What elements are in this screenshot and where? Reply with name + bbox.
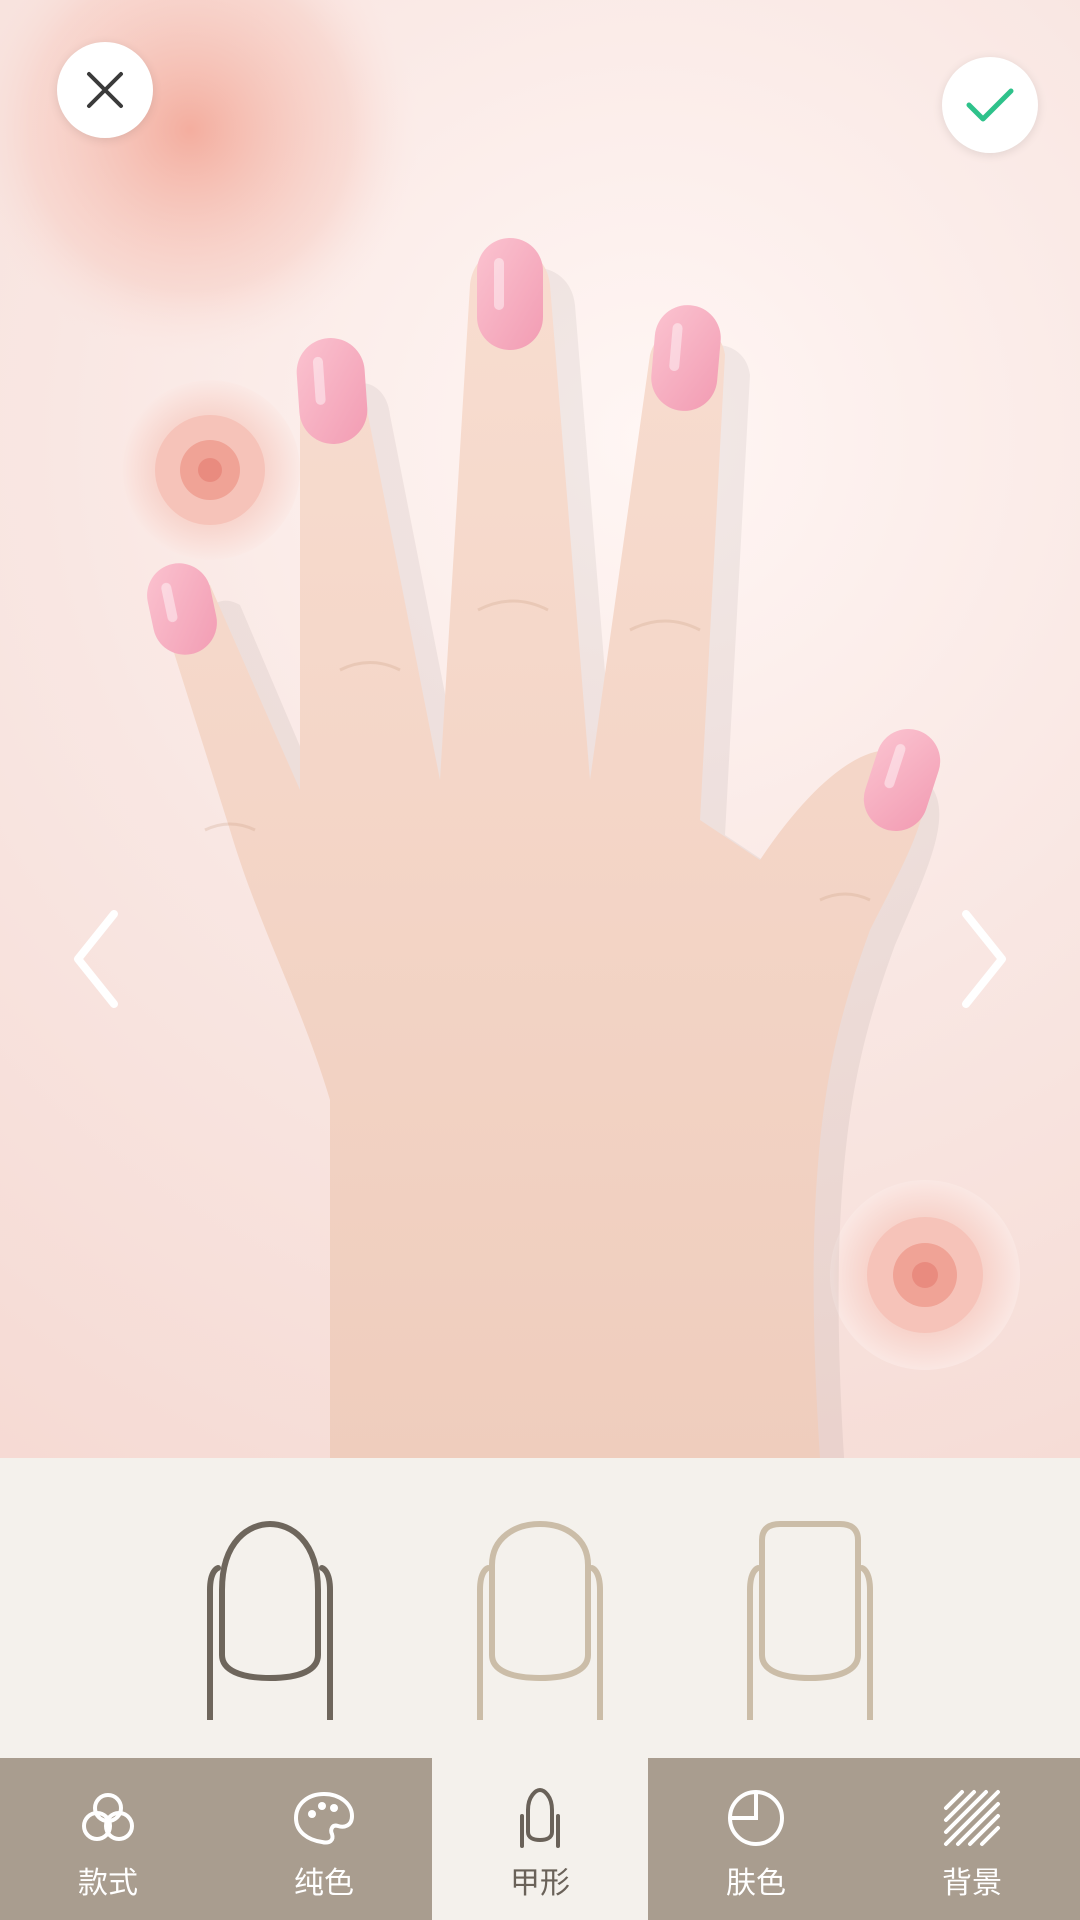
chevron-right-icon [962, 910, 1006, 1008]
tab-background-label: 背景 [942, 1866, 1002, 1901]
chevron-left-icon [74, 910, 118, 1008]
check-icon [966, 88, 1014, 122]
next-button[interactable] [954, 904, 1014, 1014]
tab-styles[interactable]: 款式 [0, 1758, 216, 1920]
rose-right [830, 1180, 1020, 1370]
hand-preview [0, 0, 1080, 1458]
background-stripes-icon [944, 1790, 1000, 1846]
bottom-tab-bar: 款式 纯色 甲形 肤色 背景 [0, 1758, 1080, 1920]
nail-shape-squoval[interactable] [740, 1520, 880, 1723]
skin-tone-icon [728, 1790, 784, 1846]
confirm-button[interactable] [942, 57, 1038, 153]
rose-left [120, 380, 300, 560]
close-button[interactable] [57, 42, 153, 138]
close-icon [87, 72, 123, 108]
tab-solid-color[interactable]: 纯色 [216, 1758, 432, 1920]
palette-icon [293, 1791, 355, 1845]
styles-circles-icon [82, 1793, 134, 1841]
previous-button[interactable] [66, 904, 126, 1014]
nail-shape-icon [520, 1787, 560, 1848]
hand-illustration [0, 0, 1020, 1458]
squoval-shape-icon [747, 1521, 873, 1723]
nail-shape-oval[interactable] [470, 1520, 610, 1723]
tab-nail-shape[interactable]: 甲形 [432, 1758, 648, 1920]
tab-skin-tone-label: 肤色 [726, 1866, 786, 1901]
nail-shape-almond[interactable] [200, 1520, 340, 1723]
tab-background[interactable]: 背景 [864, 1758, 1080, 1920]
oval-shape-icon [477, 1520, 603, 1723]
tab-nail-shape-label: 甲形 [510, 1866, 570, 1901]
tab-skin-tone[interactable]: 肤色 [648, 1758, 864, 1920]
tab-styles-label: 款式 [78, 1866, 138, 1901]
tab-solid-color-label: 纯色 [294, 1866, 354, 1901]
almond-shape-icon [207, 1520, 333, 1723]
